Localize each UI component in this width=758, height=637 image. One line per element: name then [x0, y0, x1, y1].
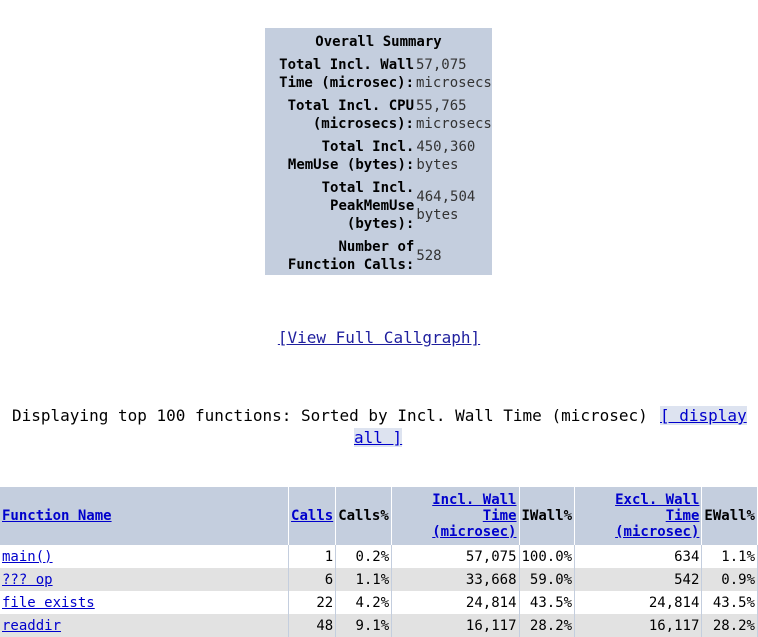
sort-text: Displaying top 100 functions: Sorted by … — [12, 406, 648, 425]
calls-pct-header: Calls% — [335, 487, 393, 545]
table-row: ??? op 6 1.1% 33,668 59.0% 542 0.9% — [0, 568, 758, 591]
summary-row-function-calls: Number of Function Calls: 528 — [267, 235, 490, 276]
summary-row-cpu: Total Incl. CPU (microsecs): 55,765 micr… — [267, 94, 492, 135]
iwall-pct-header: IWall% — [519, 487, 576, 545]
incl-wall-cell: 24,814 — [391, 591, 520, 614]
function-link[interactable]: readdir — [2, 618, 61, 634]
summary-label: Total Incl. CPU (microsecs): — [287, 97, 414, 132]
function-link[interactable]: main() — [2, 549, 53, 565]
summary-row-wall-time: Total Incl. Wall Time (microsec): 57,075… — [267, 53, 492, 94]
iwall-pct-cell: 59.0% — [519, 568, 576, 591]
overall-summary-box: Overall Summary Total Incl. Wall Time (m… — [265, 28, 492, 275]
function-link[interactable]: ??? op — [2, 572, 53, 588]
table-row: readdir 48 9.1% 16,117 28.2% 16,117 28.2… — [0, 614, 758, 637]
ewall-pct-header: EWall% — [701, 487, 758, 545]
calls-pct-cell: 1.1% — [335, 568, 393, 591]
summary-title: Overall Summary — [315, 34, 442, 50]
summary-label: Total Incl. MemUse (bytes): — [287, 138, 415, 173]
excl-wall-cell: 16,117 — [574, 614, 703, 637]
function-link[interactable]: file exists — [2, 595, 95, 611]
summary-value: 55,765 microsecs — [416, 97, 492, 132]
function-table: Function Name Calls Calls% Incl. Wall Ti… — [0, 487, 758, 637]
ewall-pct-cell: 1.1% — [701, 545, 758, 568]
incl-wall-cell: 16,117 — [391, 614, 520, 637]
excl-wall-cell: 634 — [574, 545, 703, 568]
incl-wall-cell: 33,668 — [391, 568, 520, 591]
summary-row-peakmemuse: Total Incl. PeakMemUse (bytes): 464,504 … — [267, 176, 490, 235]
display-all-link[interactable]: [ display — [660, 406, 747, 425]
sort-incl-wall-link[interactable]: Incl. Wall Time (microsec) — [432, 492, 516, 540]
sort-calls-link[interactable]: Calls — [291, 508, 333, 524]
ewall-pct-cell: 0.9% — [701, 568, 758, 591]
calls-cell: 48 — [288, 614, 337, 637]
ewall-pct-cell: 28.2% — [701, 614, 758, 637]
summary-value: 464,504 bytes — [416, 188, 476, 223]
table-row: file exists 22 4.2% 24,814 43.5% 24,814 … — [0, 591, 758, 614]
summary-label: Total Incl. PeakMemUse (bytes): — [321, 179, 415, 232]
iwall-pct-cell: 43.5% — [519, 591, 576, 614]
iwall-pct-cell: 28.2% — [519, 614, 576, 637]
summary-value: 528 — [416, 247, 442, 264]
excl-wall-cell: 24,814 — [574, 591, 703, 614]
calls-pct-cell: 4.2% — [335, 591, 393, 614]
sort-function-name-link[interactable]: Function Name — [2, 508, 112, 524]
summary-value: 450,360 bytes — [416, 138, 476, 173]
incl-wall-cell: 57,075 — [391, 545, 520, 568]
iwall-pct-cell: 100.0% — [519, 545, 576, 568]
display-all-link-continued[interactable]: all ] — [354, 428, 403, 447]
excl-wall-cell: 542 — [574, 568, 703, 591]
summary-label: Number of Function Calls: — [287, 238, 415, 273]
calls-pct-cell: 9.1% — [335, 614, 393, 637]
callgraph-link-container: [View Full Callgraph] — [0, 328, 758, 347]
calls-pct-cell: 0.2% — [335, 545, 393, 568]
sort-excl-wall-link[interactable]: Excl. Wall Time (microsec) — [615, 492, 699, 540]
table-header-row: Function Name Calls Calls% Incl. Wall Ti… — [0, 487, 758, 545]
summary-label: Total Incl. Wall Time (microsec): — [279, 56, 414, 91]
summary-row-memuse: Total Incl. MemUse (bytes): 450,360 byte… — [267, 135, 490, 176]
calls-cell: 1 — [288, 545, 337, 568]
calls-cell: 6 — [288, 568, 337, 591]
ewall-pct-cell: 43.5% — [701, 591, 758, 614]
view-full-callgraph-link[interactable]: [View Full Callgraph] — [278, 328, 480, 347]
calls-cell: 22 — [288, 591, 337, 614]
table-row: main() 1 0.2% 57,075 100.0% 634 1.1% — [0, 545, 758, 568]
summary-value: 57,075 microsecs — [416, 56, 492, 91]
